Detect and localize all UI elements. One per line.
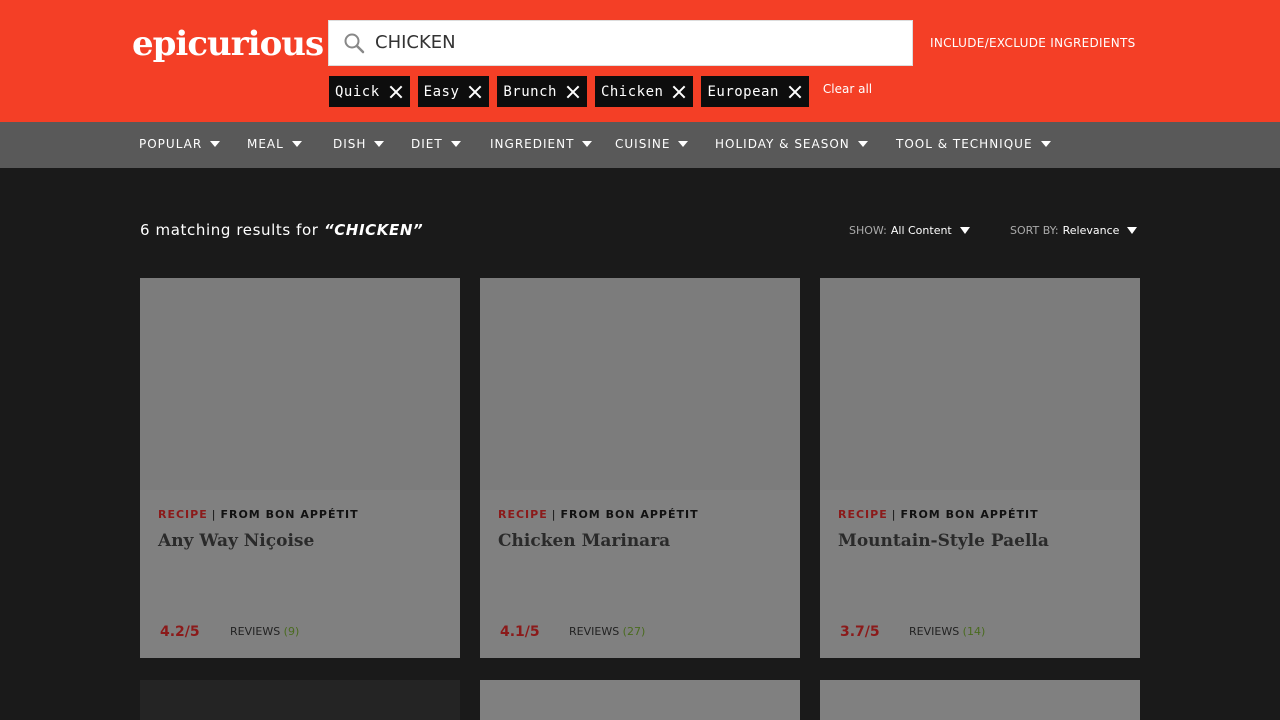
recipe-title[interactable]: Chicken Marinara (498, 531, 670, 551)
filter-chip-label: Easy (423, 83, 460, 100)
nav-label: CUISINE (615, 137, 671, 151)
chevron-down-icon (678, 141, 689, 147)
category-nav: POPULAR MEAL DISH DIET INGREDIENT CUISIN… (0, 122, 1280, 168)
reviews-label: REVIEWS (909, 625, 960, 638)
recipe-meta: RECIPE | FROM BON APPÉTIT (498, 508, 699, 521)
sort-label: SORT BY: (1010, 224, 1059, 237)
nav-cuisine[interactable]: CUISINE (615, 137, 689, 151)
nav-label: POPULAR (139, 137, 203, 151)
show-content-select[interactable]: SHOW: All Content (849, 224, 970, 237)
recipe-card[interactable]: RECIPE | FROM BON APPÉTIT Any Way Niçoise … (140, 278, 460, 658)
nav-label: INGREDIENT (490, 137, 575, 151)
filter-chip-label: European (707, 83, 779, 100)
chevron-down-icon (374, 141, 385, 147)
recipe-rating: 4.2/5 (160, 624, 200, 640)
reviews-label: REVIEWS (569, 625, 620, 638)
recipe-reviews[interactable]: REVIEWS (9) (230, 625, 299, 638)
meta-separator: | (211, 508, 217, 521)
recipe-reviews[interactable]: REVIEWS (14) (909, 625, 985, 638)
filter-chip-label: Brunch (503, 83, 557, 100)
nav-label: MEAL (247, 137, 284, 151)
nav-label: HOLIDAY & SEASON (715, 137, 850, 151)
meta-separator: | (551, 508, 557, 521)
filter-chip-label: Quick (335, 83, 380, 100)
recipe-title[interactable]: Mountain-Style Paella (838, 531, 1049, 551)
sort-by-select[interactable]: SORT BY: Relevance (1010, 224, 1138, 237)
reviews-count: (27) (622, 625, 646, 638)
nav-meal[interactable]: MEAL (247, 137, 302, 151)
nav-label: DIET (411, 137, 443, 151)
chevron-down-icon (959, 227, 970, 234)
content-type: RECIPE (158, 508, 208, 521)
nav-ingredient[interactable]: INGREDIENT (490, 137, 593, 151)
recipe-image[interactable] (820, 278, 1140, 490)
remove-filter-icon[interactable] (671, 84, 687, 100)
chevron-down-icon (857, 141, 868, 147)
chevron-down-icon (582, 141, 593, 147)
active-filter-chips: Quick Easy Brunch Chicken European Clear… (329, 76, 872, 107)
reviews-count: (14) (962, 625, 986, 638)
chevron-down-icon (1127, 227, 1138, 234)
recipe-reviews[interactable]: REVIEWS (27) (569, 625, 645, 638)
show-value: All Content (890, 224, 952, 237)
results-query: “CHICKEN” (323, 221, 424, 239)
remove-filter-icon[interactable] (467, 84, 483, 100)
recipe-card[interactable]: RECIPE | FROM BON APPÉTIT Chicken Marinara… (480, 278, 800, 658)
content-type: RECIPE (838, 508, 888, 521)
remove-filter-icon[interactable] (565, 84, 581, 100)
filter-chip-chicken: Chicken (594, 76, 694, 107)
filter-chip-european: European (701, 76, 809, 107)
recipe-source: FROM BON APPÉTIT (900, 508, 1039, 521)
chevron-down-icon (210, 141, 221, 147)
filter-chip-quick: Quick (329, 76, 410, 107)
nav-label: DISH (333, 137, 367, 151)
reviews-label: REVIEWS (230, 625, 281, 638)
recipe-card[interactable] (820, 680, 1140, 720)
remove-filter-icon[interactable] (787, 84, 803, 100)
results-prefix: 6 matching results for (140, 221, 324, 239)
chevron-down-icon (450, 141, 461, 147)
recipe-meta: RECIPE | FROM BON APPÉTIT (838, 508, 1039, 521)
filter-chip-easy: Easy (417, 76, 490, 107)
search-icon[interactable] (343, 32, 365, 54)
chevron-down-icon (1040, 141, 1051, 147)
include-exclude-ingredients-link[interactable]: INCLUDE/EXCLUDE INGREDIENTS (930, 35, 1136, 51)
search-input[interactable]: CHICKEN (375, 31, 456, 55)
search-bar[interactable]: CHICKEN (328, 20, 913, 66)
nav-label: TOOL & TECHNIQUE (896, 137, 1033, 151)
results-count: 6 matching results for “CHICKEN” (140, 221, 423, 239)
filter-chip-label: Chicken (600, 83, 664, 100)
site-header: epicurious CHICKEN INCLUDE/EXCLUDE INGRE… (0, 0, 1280, 122)
recipe-card[interactable] (480, 680, 800, 720)
show-label: SHOW: (849, 224, 887, 237)
chevron-down-icon (291, 141, 302, 147)
recipe-title[interactable]: Any Way Niçoise (158, 531, 314, 551)
recipe-card-placeholder[interactable] (140, 680, 460, 720)
recipe-rating: 4.1/5 (500, 624, 540, 640)
nav-dish[interactable]: DISH (333, 137, 385, 151)
meta-separator: | (891, 508, 897, 521)
reviews-count: (9) (283, 625, 300, 638)
recipe-source: FROM BON APPÉTIT (560, 508, 699, 521)
recipe-rating: 3.7/5 (840, 624, 880, 640)
clear-all-button[interactable]: Clear all (823, 82, 872, 96)
recipe-meta: RECIPE | FROM BON APPÉTIT (158, 508, 359, 521)
recipe-card[interactable]: RECIPE | FROM BON APPÉTIT Mountain-Style P… (820, 278, 1140, 658)
nav-holiday-season[interactable]: HOLIDAY & SEASON (715, 137, 868, 151)
nav-diet[interactable]: DIET (411, 137, 461, 151)
filter-chip-brunch: Brunch (497, 76, 587, 107)
epicurious-logo[interactable]: epicurious (132, 25, 324, 63)
content-type: RECIPE (498, 508, 548, 521)
recipe-source: FROM BON APPÉTIT (220, 508, 359, 521)
recipe-image[interactable] (140, 278, 460, 490)
remove-filter-icon[interactable] (388, 84, 404, 100)
recipe-image[interactable] (480, 278, 800, 490)
sort-value: Relevance (1062, 224, 1120, 237)
nav-popular[interactable]: POPULAR (139, 137, 221, 151)
nav-tool-technique[interactable]: TOOL & TECHNIQUE (896, 137, 1051, 151)
